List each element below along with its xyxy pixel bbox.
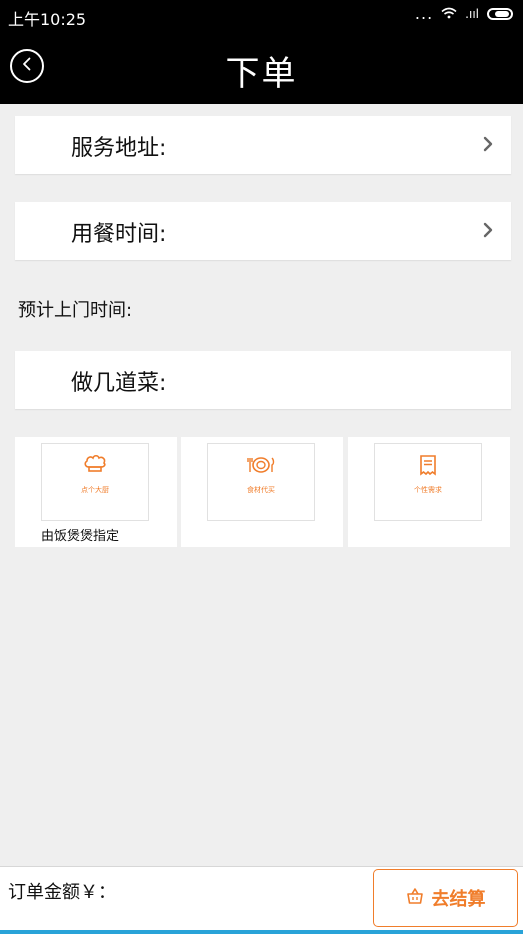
navigation-bar: 下单 [0,30,523,104]
meal-time-row[interactable]: 用餐时间: [15,202,511,260]
chevron-right-icon [483,222,493,238]
page-title: 下单 [225,54,298,94]
chevron-right-icon [483,136,493,152]
checkout-button[interactable]: 去结算 [373,869,518,927]
checkout-label: 去结算 [431,889,486,910]
checkout-bar: 订单金额￥： 去结算 [0,866,523,934]
dish-count-label: 做几道菜: [71,371,167,396]
option-groceries-caption: 食材代买 [247,486,275,494]
more-dots: ... [414,4,434,23]
screen: 上午10:25 ... .ııl 下单 服务地址: 用餐时间: 预计上门时间: … [0,0,523,934]
service-address-row[interactable]: 服务地址: [15,116,511,174]
dish-count-row[interactable]: 做几道菜: [15,351,511,409]
status-icons: ... .ııl [415,4,513,23]
status-time: 上午10:25 [8,10,87,29]
option-chef-caption: 点个大厨 [81,486,109,494]
option-chef-note: 由饭煲煲指定 [41,529,120,544]
battery-icon [487,7,513,20]
option-custom-box[interactable]: 个性需求 [374,443,482,521]
wifi-icon [441,5,457,23]
meal-time-label: 用餐时间: [71,222,167,247]
receipt-note-icon [417,454,439,480]
status-bar: 上午10:25 ... .ııl [0,0,523,30]
option-groceries-box[interactable]: 食材代买 [207,443,315,521]
chef-hat-icon [83,454,107,480]
option-groceries[interactable]: 食材代买 [181,437,343,547]
option-chef[interactable]: 点个大厨 由饭煲煲指定 [15,437,177,547]
estimated-arrival-label: 预计上门时间: [18,300,133,321]
meal-plate-icon [246,454,276,480]
signal-icon: .ııl [465,6,479,21]
option-custom[interactable]: 个性需求 [348,437,510,547]
basket-icon [406,887,424,909]
bottom-accent-line [0,930,523,934]
option-custom-caption: 个性需求 [414,486,442,494]
service-address-label: 服务地址: [71,136,167,161]
option-chef-box[interactable]: 点个大厨 [41,443,149,521]
order-amount-label: 订单金额￥： [8,882,116,903]
